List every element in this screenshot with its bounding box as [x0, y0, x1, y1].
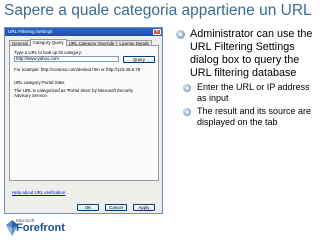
bullet-icon — [183, 108, 191, 116]
dialog-title: URL Filtering Settings — [8, 29, 53, 34]
sub-bullet-item: Enter the URL or IP address as input — [170, 82, 318, 104]
logo-product: Forefront — [16, 222, 65, 234]
close-icon[interactable]: × — [153, 29, 161, 35]
url-category-value: Portal Sites — [42, 80, 65, 85]
bullet-icon — [176, 30, 185, 39]
url-category-label: URL category: — [14, 80, 42, 85]
sub-bullet-item: The result and its source are displayed … — [170, 106, 318, 128]
apply-button[interactable]: Apply — [133, 204, 155, 211]
result-text-line2: Advisory Service. — [14, 93, 48, 98]
sub-bullet-text: The result and its source are displayed … — [197, 106, 312, 127]
url-prompt-label: Type a URL to look up its category: — [14, 50, 83, 55]
forefront-logo: Microsoft Forefront — [6, 217, 66, 239]
bullet-icon — [183, 84, 191, 92]
help-link[interactable]: Help about URL verification — [12, 190, 65, 195]
category-query-panel: Type a URL to look up its category: http… — [9, 45, 159, 181]
example-text: For example: http://contoso.com/denied.h… — [14, 67, 141, 72]
dialog-titlebar: URL Filtering Settings × — [5, 28, 162, 36]
ok-button[interactable]: OK — [77, 204, 99, 211]
bullet-text: Administrator can use the URL Filtering … — [190, 28, 313, 79]
cancel-button[interactable]: Cancel — [105, 204, 127, 211]
bullet-item: Administrator can use the URL Filtering … — [170, 28, 318, 80]
bullet-list: Administrator can use the URL Filtering … — [170, 28, 318, 128]
slide-title: Sapere a quale categoria appartiene un U… — [4, 2, 312, 19]
tab-category-query[interactable]: Category Query — [29, 39, 67, 46]
query-button[interactable]: Query — [123, 56, 155, 63]
url-input[interactable]: http://www.yahoo.com — [14, 56, 119, 62]
url-filtering-settings-dialog: URL Filtering Settings × General Categor… — [4, 27, 163, 214]
sub-bullet-text: Enter the URL or IP address as input — [197, 82, 310, 103]
